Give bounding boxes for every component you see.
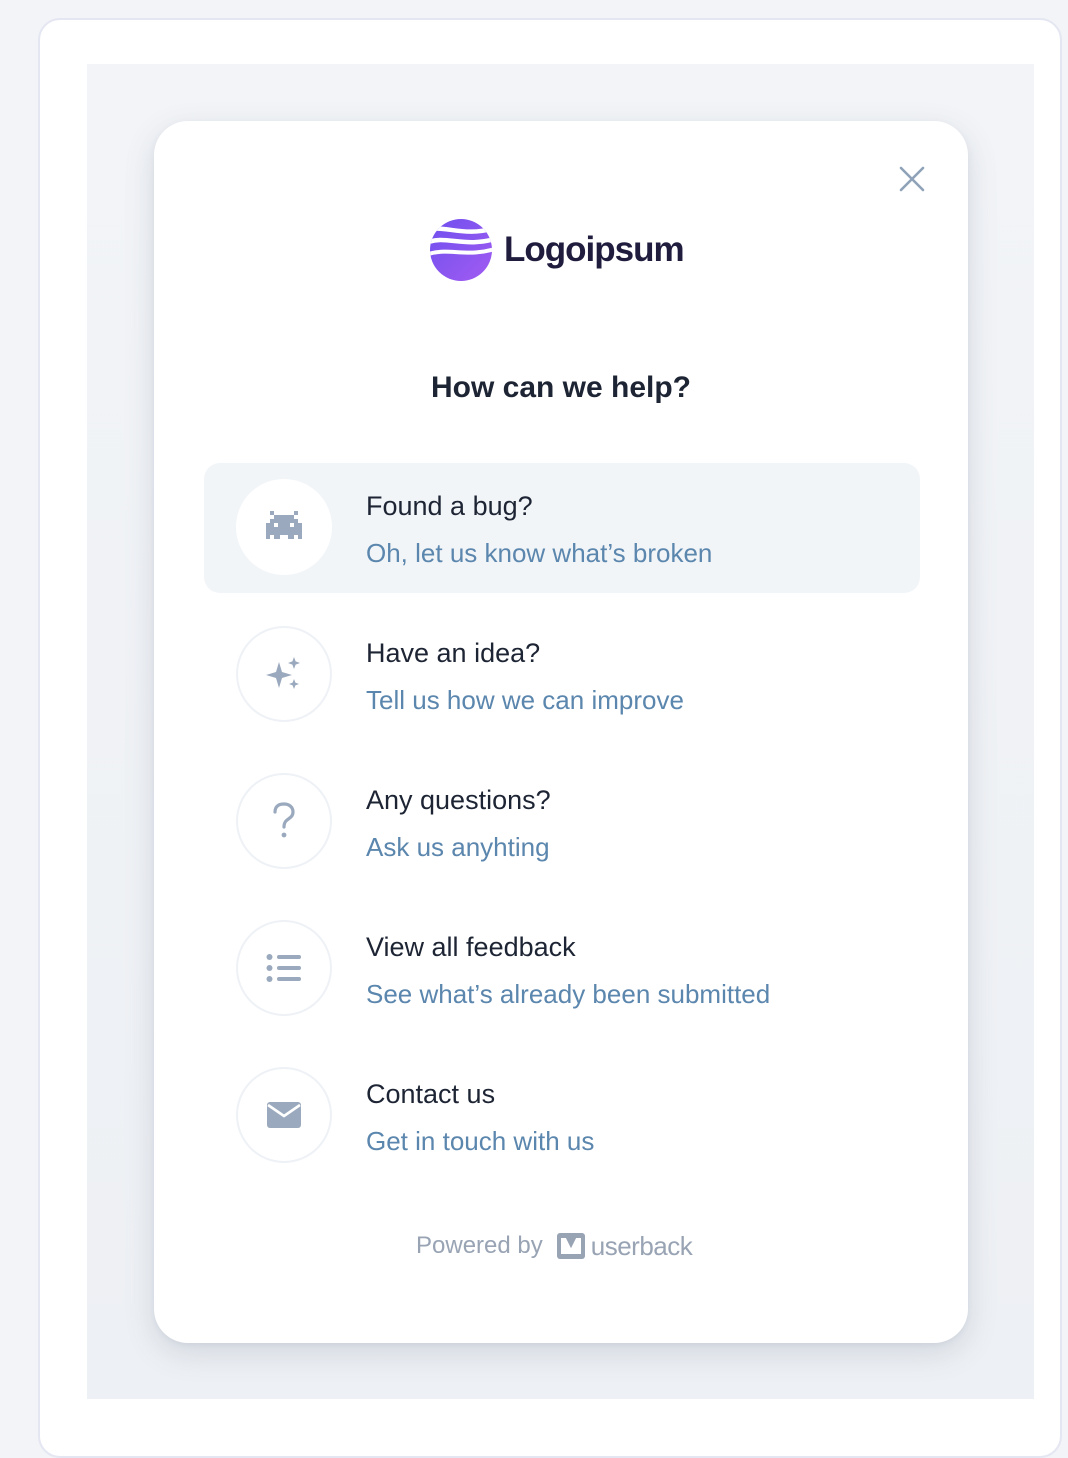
brand-name: Logoipsum	[504, 230, 685, 269]
page-title: How can we help?	[430, 371, 692, 404]
option-have-idea[interactable]: Have an idea? Tell us how we can improve	[204, 610, 920, 740]
sparkles-icon	[266, 657, 300, 689]
option-icon-circle	[236, 626, 332, 722]
option-title: Contact us	[366, 1079, 496, 1109]
option-icon-circle	[236, 1067, 332, 1163]
option-icon-circle	[236, 920, 332, 1016]
option-subtitle: Ask us anyhting	[366, 832, 550, 862]
powered-by-footer[interactable]: Powered by userback	[416, 1229, 693, 1263]
question-icon	[273, 802, 295, 838]
brand-logo: Logoipsum	[428, 217, 685, 283]
close-button[interactable]	[896, 163, 928, 195]
option-icon-circle	[236, 479, 332, 575]
option-contact-us[interactable]: Contact us Get in touch with us	[204, 1051, 920, 1181]
option-found-bug[interactable]: Found a bug? Oh, let us know what’s brok…	[204, 463, 920, 593]
option-subtitle: Tell us how we can improve	[366, 685, 684, 715]
option-title: Any questions?	[366, 785, 551, 815]
option-any-questions[interactable]: Any questions? Ask us anyhting	[204, 757, 920, 887]
userback-logo-icon	[556, 1233, 585, 1259]
list-icon	[266, 954, 301, 982]
option-title: View all feedback	[366, 932, 576, 962]
provider-name: userback	[590, 1230, 693, 1261]
option-icon-circle	[236, 773, 332, 869]
logo-mark-icon	[430, 219, 492, 281]
option-subtitle: Get in touch with us	[366, 1126, 595, 1156]
option-view-feedback[interactable]: View all feedback See what’s already bee…	[204, 904, 920, 1034]
mail-icon	[267, 1102, 301, 1128]
option-title: Have an idea?	[366, 638, 541, 668]
feedback-widget: Logoipsum How can we help? Found a bug? …	[154, 121, 968, 1343]
option-subtitle: Oh, let us know what’s broken	[366, 538, 713, 568]
bug-icon	[266, 511, 302, 539]
option-subtitle: See what’s already been submitted	[366, 979, 771, 1009]
option-title: Found a bug?	[366, 491, 533, 521]
powered-by-label: Powered by	[416, 1232, 543, 1259]
close-icon	[899, 166, 925, 192]
